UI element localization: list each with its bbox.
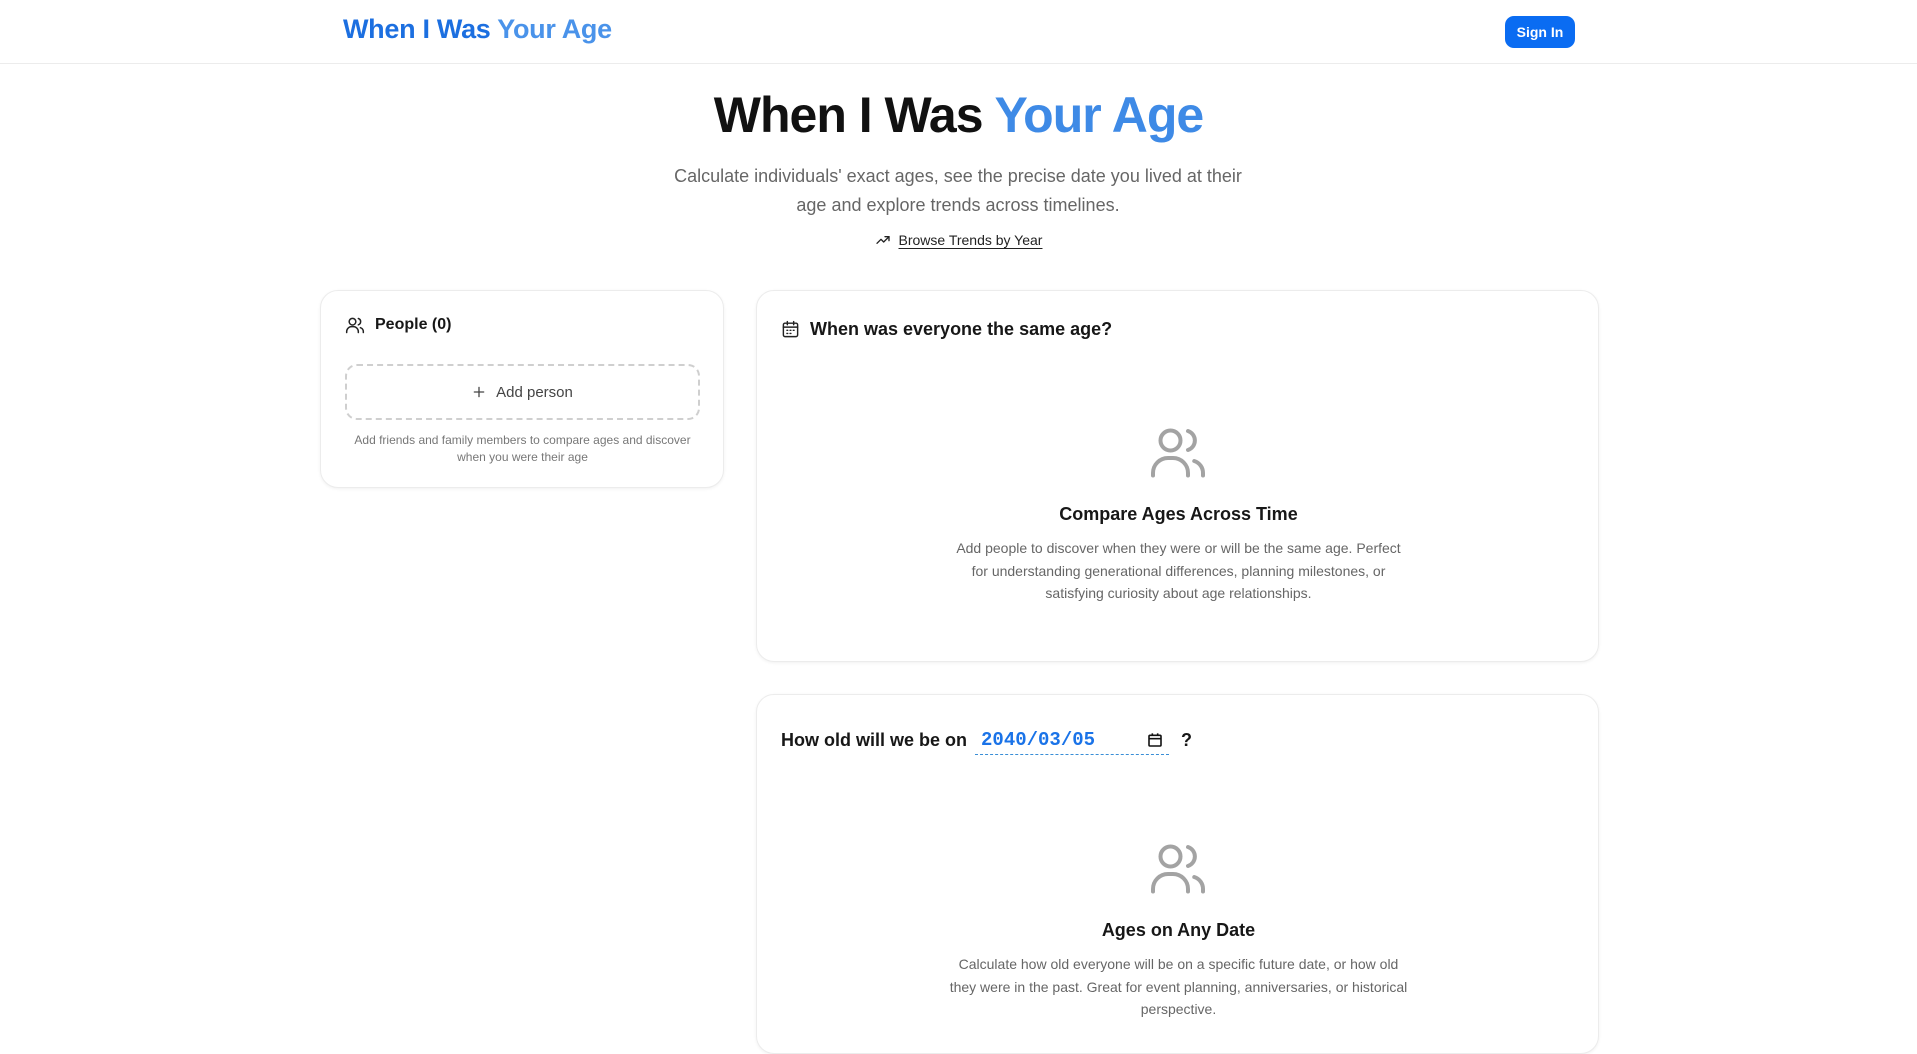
date-question-prefix: How old will we be on [781, 729, 968, 750]
users-icon [345, 317, 365, 334]
page-subtitle: Calculate individuals' exact ages, see t… [674, 166, 1242, 215]
date-input[interactable]: 2040/03/05 [975, 725, 1170, 755]
page-title: When I Was Your Age [0, 86, 1917, 144]
users-icon [1151, 844, 1206, 894]
same-age-empty-desc: Add people to discover when they were or… [956, 540, 1401, 601]
people-hint: Add friends and family members to compar… [354, 433, 691, 464]
same-age-title: When was everyone the same age? [810, 319, 1113, 339]
browse-trends-label: Browse Trends by Year [898, 232, 1043, 248]
people-header: People (0) [345, 315, 451, 335]
plus-icon [473, 386, 485, 398]
title-accent: Your Age [994, 87, 1205, 143]
browse-trends-link[interactable]: Browse Trends by Year [0, 232, 1917, 248]
same-age-panel: When was everyone the same age? Compare … [756, 290, 1599, 662]
same-age-header: When was everyone the same age? [781, 319, 1112, 340]
brand-logo[interactable]: When I Was Your Age [343, 14, 612, 45]
date-value: 2040/03/05 [981, 728, 1096, 751]
calendar-icon [782, 320, 799, 338]
title-main: When I Was [713, 87, 984, 143]
people-panel: People (0) Add person Add friends and fa… [320, 290, 724, 488]
users-icon [1151, 428, 1206, 478]
ages-on-date-empty-title: Ages on Any Date [1101, 920, 1256, 940]
brand-main: When I Was [343, 14, 491, 44]
trending-up-icon [875, 236, 890, 244]
ages-on-date-panel: How old will we be on 2040/03/05 ? Ages … [756, 694, 1599, 1054]
date-question-suffix: ? [1181, 729, 1193, 750]
brand-accent: Your Age [497, 14, 612, 44]
sign-in-button[interactable]: Sign In [1505, 16, 1575, 48]
top-navbar: When I Was Your Age Sign In [0, 0, 1917, 64]
same-age-empty-title: Compare Ages Across Time [1059, 504, 1298, 524]
date-question: How old will we be on 2040/03/05 ? [781, 725, 1192, 755]
add-person-button[interactable]: Add person [345, 364, 700, 420]
add-person-label: Add person [496, 383, 573, 401]
people-title: People (0) [375, 316, 452, 333]
calendar-picker-icon[interactable] [1147, 732, 1163, 748]
ages-on-date-empty-desc: Calculate how old everyone will be on a … [949, 956, 1408, 1017]
